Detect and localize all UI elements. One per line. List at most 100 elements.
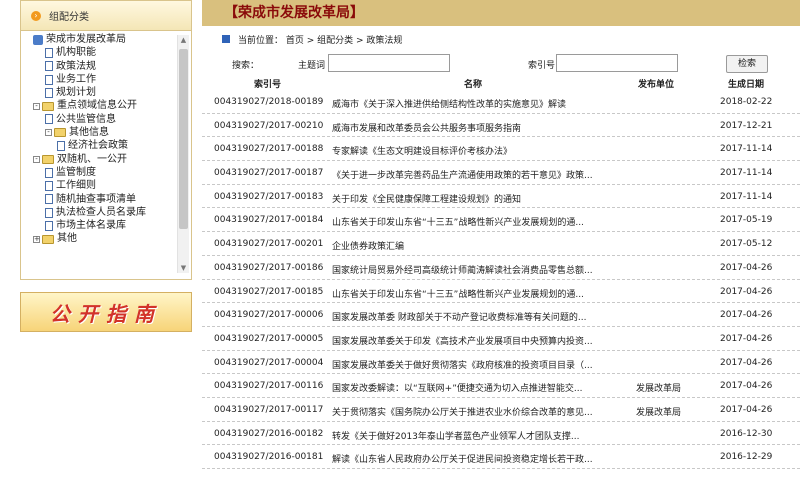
document-icon — [45, 114, 53, 125]
category-header: › 组配分类 — [21, 1, 191, 31]
cell-name-link[interactable]: 国家发改委解读：以“互联网+”便捷交通为切入点推进智能交... — [332, 381, 614, 394]
cell-name-link[interactable]: 国家统计局贸易外经司高级统计师蔺涛解读社会消费品零售总额... — [332, 263, 614, 276]
cell-name-link[interactable]: 国家发展改革委关于印发《高技术产业发展项目中央预算内投资... — [332, 334, 614, 347]
tree-item[interactable]: 公共监管信息 — [33, 113, 179, 126]
tree-scrollbar[interactable]: ▲ ▼ — [177, 35, 189, 273]
cell-name-link[interactable]: 解读《山东省人民政府办公厅关于促进民间投资稳定增长若干政... — [332, 452, 614, 465]
tree-item[interactable]: 业务工作 — [33, 73, 179, 86]
cell-name-link[interactable]: 山东省关于印发山东省“十三五”战略性新兴产业发展规划的通... — [332, 287, 614, 300]
table-row: 004319027/2017-00006 国家发展改革委 财政部关于不动产登记收费… — [202, 303, 800, 327]
cell-date: 2017-04-26 — [720, 381, 773, 392]
document-icon — [57, 141, 65, 152]
cell-name-link[interactable]: 关于贯彻落实《国务院办公厅关于推进农业水价综合改革的意见... — [332, 405, 614, 418]
tree-item-label: 双随机、一公开 — [57, 153, 127, 165]
tree-item[interactable]: 随机抽查事项清单 — [33, 193, 179, 206]
col-date: 生成日期 — [728, 80, 765, 90]
site-title: 【荣成市发展改革局】 — [224, 5, 364, 21]
tree-item[interactable]: 机构职能 — [33, 46, 179, 59]
cell-name-link[interactable]: 转发《关于做好2013年泰山学者蓝色产业领军人才团队支撑... — [332, 429, 614, 442]
guide-banner[interactable]: 公开指南 — [20, 292, 192, 332]
cell-name-link[interactable]: 专家解读《生态文明建设目标评价考核办法》 — [332, 144, 614, 157]
cell-date: 2017-11-14 — [720, 144, 773, 155]
collapse-icon[interactable]: - — [33, 102, 40, 110]
cell-index: 004319027/2017-00005 — [214, 333, 324, 344]
tree-item-label: 随机抽查事项清单 — [56, 193, 136, 205]
scroll-down-icon[interactable]: ▼ — [179, 263, 188, 273]
cell-name-link[interactable]: 威海市《关于深入推进供给侧结构性改革的实施意见》解读 — [332, 97, 614, 110]
tree-item-label: 重点领域信息公开 — [57, 100, 137, 112]
tree-item-label: 经济社会政策 — [68, 140, 128, 152]
table-row: 004319027/2018-00189 威海市《关于深入推进供给侧结构性改革的实… — [202, 90, 800, 114]
cell-date: 2016-12-29 — [720, 452, 773, 463]
tree-item[interactable]: 荣成市发展改革局 — [33, 33, 179, 46]
tree-item[interactable]: 规划计划 — [33, 86, 179, 99]
table-row: 004319027/2017-00005 国家发展改革委关于印发《高技术产业发展项… — [202, 327, 800, 351]
table-row: 004319027/2017-00187 《关于进一步改革完善药品生产流通使用政策… — [202, 161, 800, 185]
tree-item[interactable]: 市场主体名录库 — [33, 219, 179, 232]
breadcrumb: 当前位置： 首页 > 组配分类 > 政策法规 — [222, 30, 402, 48]
cell-date: 2017-04-26 — [720, 333, 773, 344]
cell-name-link[interactable]: 国家发展改革委关于做好贯彻落实《政府核准的投资项目目录（... — [332, 358, 614, 371]
cell-date: 2017-05-12 — [720, 239, 773, 250]
tree-item[interactable]: + 其他 — [33, 232, 179, 245]
table-header: 索引号 名称 发布单位 生成日期 — [202, 76, 800, 90]
document-icon — [45, 87, 53, 98]
tree-item[interactable]: 监管制度 — [33, 166, 179, 179]
scroll-up-icon[interactable]: ▲ — [179, 35, 188, 45]
cell-index: 004319027/2017-00006 — [214, 310, 324, 321]
cell-date: 2017-04-26 — [720, 286, 773, 297]
table-row: 004319027/2017-00201 企业债券政策汇编 2017-05-12 — [202, 232, 800, 256]
scroll-thumb[interactable] — [179, 49, 188, 229]
cell-name-link[interactable]: 《关于进一步改革完善药品生产流通使用政策的若干意见》政策... — [332, 168, 614, 181]
document-icon — [45, 220, 53, 231]
breadcrumb-text[interactable]: 当前位置： 首页 > 组配分类 > 政策法规 — [238, 33, 402, 46]
cell-date: 2016-12-30 — [720, 428, 773, 439]
tree-item[interactable]: - 双随机、一公开 — [33, 153, 179, 166]
root-icon — [33, 34, 43, 45]
cell-index: 004319027/2017-00184 — [214, 215, 324, 226]
tree-item-label: 市场主体名录库 — [56, 220, 126, 232]
category-title: 组配分类 — [49, 12, 89, 23]
cell-name-link[interactable]: 国家发展改革委 财政部关于不动产登记收费标准等有关问题的... — [332, 310, 614, 323]
cell-unit: 发展改革局 — [636, 384, 682, 395]
tree-item[interactable]: 工作细则 — [33, 179, 179, 192]
cell-name-link[interactable]: 关于印发《全民健康保障工程建设规划》的通知 — [332, 192, 614, 205]
cell-index: 004319027/2017-00116 — [214, 381, 324, 392]
tree-item[interactable]: 政策法规 — [33, 60, 179, 73]
table-row: 004319027/2017-00186 国家统计局贸易外经司高级统计师蔺涛解读社… — [202, 256, 800, 280]
index-label: 索引号 — [528, 61, 556, 71]
cell-date: 2017-04-26 — [720, 357, 773, 368]
tree-item[interactable]: - 重点领域信息公开 — [33, 99, 179, 112]
tree-item-label: 荣成市发展改革局 — [46, 34, 126, 45]
folder-icon — [54, 128, 66, 138]
collapse-icon[interactable]: - — [33, 155, 40, 163]
bullet-icon: › — [31, 10, 41, 21]
tree-item[interactable]: 执法检查人员名录库 — [33, 206, 179, 219]
tree-item[interactable]: 经济社会政策 — [33, 139, 179, 152]
cell-date: 2017-04-26 — [720, 310, 773, 321]
category-panel: › 组配分类 荣成市发展改革局 机构职能 政策法规 业务工作 规划计划 - 重点领域信息公开… — [20, 0, 192, 280]
expand-icon[interactable]: + — [33, 235, 40, 243]
table-row: 004319027/2017-00116 国家发改委解读：以“互联网+”便捷交通为… — [202, 374, 800, 398]
collapse-icon[interactable]: - — [45, 129, 52, 137]
cell-name-link[interactable]: 企业债券政策汇编 — [332, 239, 614, 252]
folder-icon — [42, 234, 54, 244]
cell-date: 2017-11-14 — [720, 191, 773, 202]
table-row: 004319027/2017-00117 关于贯彻落实《国务院办公厅关于推进农业水… — [202, 398, 800, 422]
tree-item-label: 其他信息 — [69, 127, 109, 139]
cell-name-link[interactable]: 山东省关于印发山东省“十三五”战略性新兴产业发展规划的通... — [332, 215, 614, 228]
topic-input[interactable] — [328, 54, 450, 72]
col-unit: 发布单位 — [638, 80, 675, 90]
cell-name-link[interactable]: 威海市发展和改革委员会公共服务事项服务指南 — [332, 121, 614, 134]
table-row: 004319027/2016-00181 解读《山东省人民政府办公厅关于促进民间投… — [202, 445, 800, 469]
tree-item[interactable]: - 其他信息 — [33, 126, 179, 139]
cell-date: 2017-05-19 — [720, 215, 773, 226]
table-row: 004319027/2017-00004 国家发展改革委关于做好贯彻落实《政府核准… — [202, 351, 800, 375]
cell-index: 004319027/2017-00117 — [214, 404, 324, 415]
tree-item-label: 规划计划 — [56, 87, 96, 99]
table-row: 004319027/2016-00182 转发《关于做好2013年泰山学者蓝色产业… — [202, 422, 800, 446]
search-button[interactable]: 检索 — [726, 55, 768, 73]
cell-index: 004319027/2017-00187 — [214, 168, 324, 179]
document-icon — [45, 167, 53, 178]
index-input[interactable] — [556, 54, 678, 72]
